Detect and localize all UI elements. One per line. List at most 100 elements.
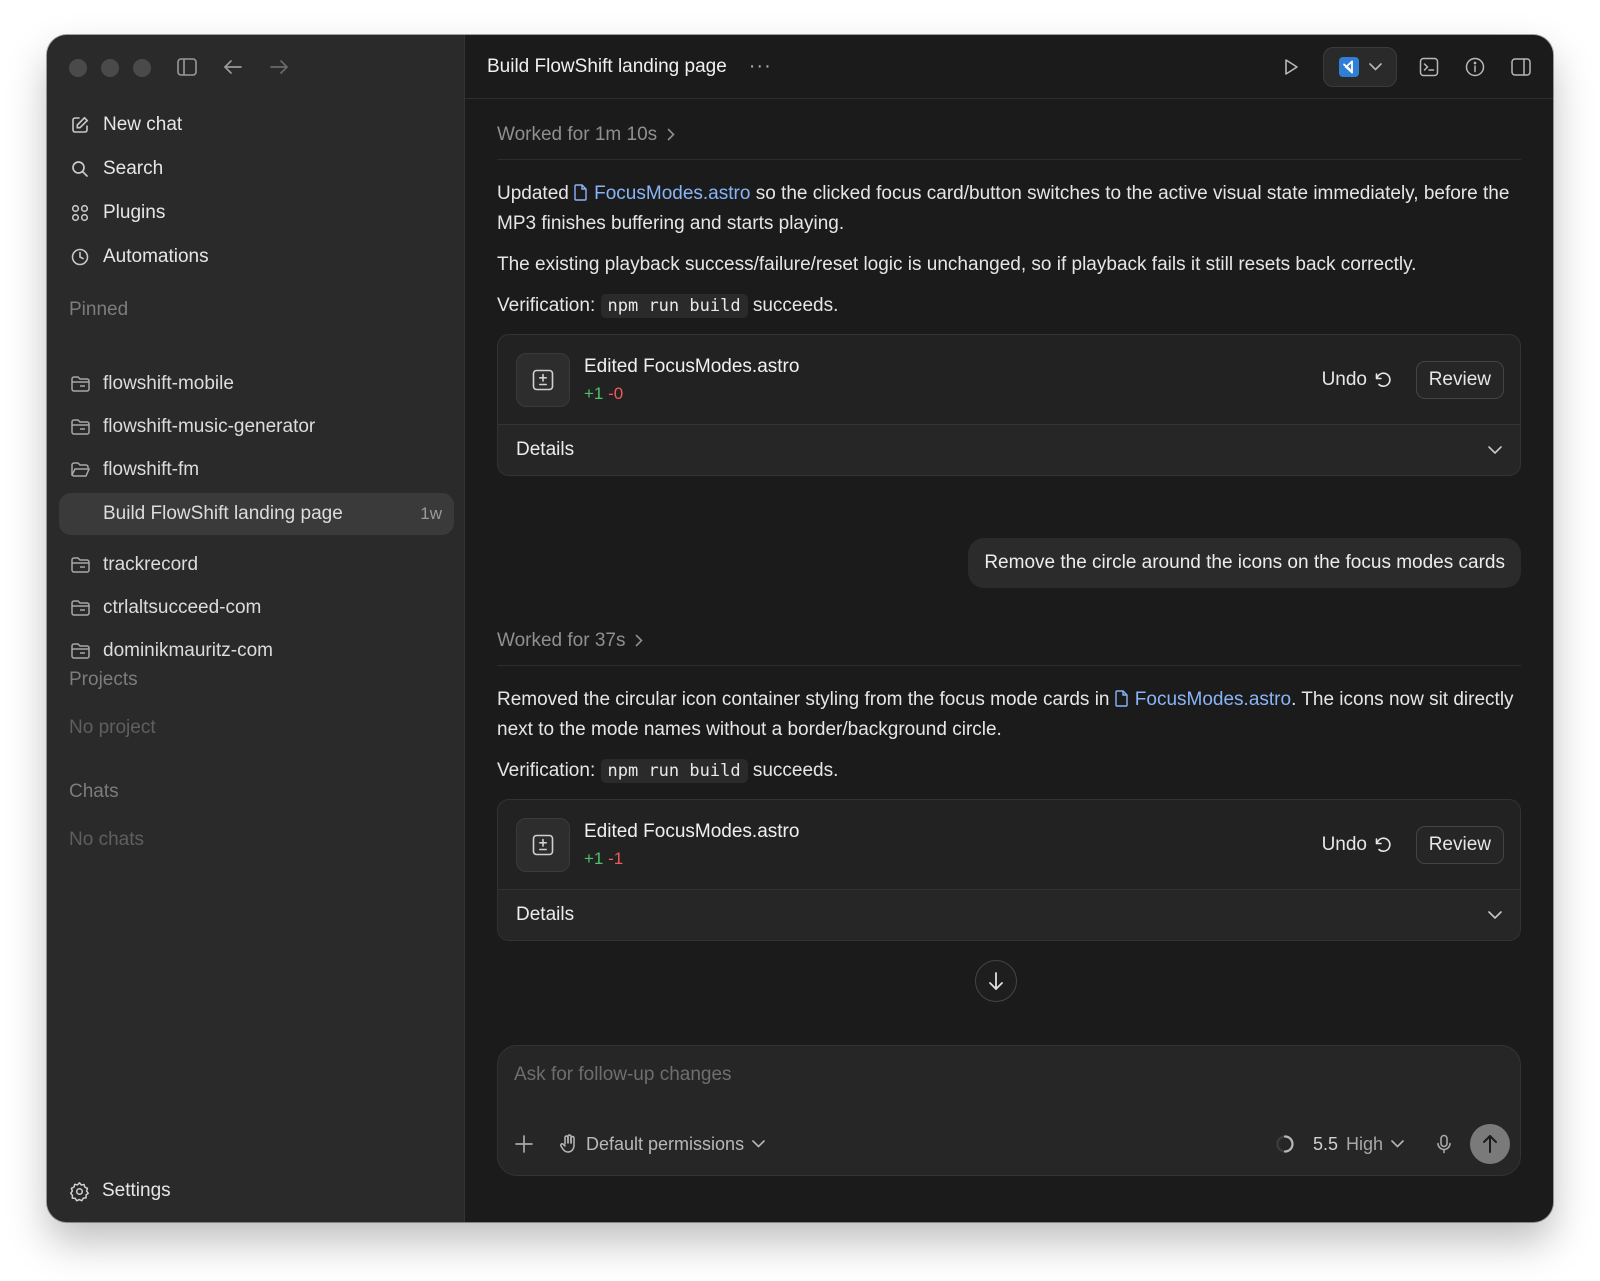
toggle-right-panel-icon[interactable] [1507, 53, 1535, 81]
arrow-down-icon [989, 972, 1003, 990]
lines-added: +1 [584, 848, 604, 868]
text-segment: Removed the circular icon container styl… [497, 689, 1115, 710]
run-play-icon[interactable] [1277, 53, 1305, 81]
details-toggle[interactable]: Details [498, 424, 1520, 475]
forward-arrow-icon[interactable] [267, 55, 291, 79]
file-diff-icon [516, 352, 570, 407]
file-icon [574, 184, 587, 201]
diff-stats: +1 -1 [584, 849, 799, 869]
undo-button[interactable]: Undo [1322, 834, 1392, 856]
search-label: Search [103, 158, 164, 179]
follow-up-input[interactable]: Ask for follow-up changes [514, 1064, 732, 1086]
plugins-button[interactable]: Plugins [69, 191, 454, 235]
chevron-down-icon [1368, 63, 1382, 71]
chevron-right-icon [667, 128, 675, 141]
pinned-item-ctrlaltsucceed-com[interactable]: ctrlaltsucceed-com [59, 586, 454, 629]
scroll-to-bottom-button[interactable] [975, 960, 1017, 1002]
automations-button[interactable]: Automations [69, 235, 454, 279]
review-button[interactable]: Review [1415, 360, 1504, 399]
chat-age: 1w [420, 504, 442, 523]
user-message-row: Remove the circle around the icons on th… [497, 476, 1521, 616]
lines-removed: -0 [608, 383, 624, 403]
more-options-button[interactable]: ··· [749, 55, 772, 78]
pinned-item-label: ctrlaltsucceed-com [103, 596, 262, 618]
back-arrow-icon[interactable] [221, 55, 245, 79]
reasoning-level: High [1345, 1133, 1383, 1154]
permissions-label: Default permissions [586, 1133, 745, 1154]
loading-spinner-icon [1275, 1134, 1295, 1154]
worked-duration-label: Worked for 37s [497, 629, 626, 651]
pinned-item-flowshift-fm[interactable]: flowshift-fm [59, 448, 454, 491]
no-project-text: No project [69, 717, 156, 738]
text-segment: Verification: [497, 760, 601, 781]
worked-duration-toggle[interactable]: Worked for 37s [497, 616, 1521, 666]
pinned-item-build-flowshift-landing-page[interactable]: Build FlowShift landing page 1w [59, 493, 454, 535]
assistant-message-paragraph: The existing playback success/failure/re… [497, 254, 1417, 275]
file-link[interactable]: FocusModes.astro [574, 183, 750, 204]
folder-icon [69, 373, 91, 395]
sidebar-toggle-icon[interactable] [175, 55, 199, 79]
clock-icon [69, 246, 91, 268]
composer: Ask for follow-up changes Default permis… [497, 1045, 1521, 1176]
pinned-item-flowshift-mobile[interactable]: flowshift-mobile [59, 362, 454, 405]
sidebar-toolbar [175, 55, 291, 79]
lines-added: +1 [584, 383, 604, 403]
pinned-item-label: trackrecord [103, 553, 199, 575]
undo-button[interactable]: Undo [1322, 369, 1392, 391]
settings-button[interactable]: Settings [69, 1180, 171, 1202]
verification-line: Verification: npm run build succeeds. [497, 291, 1521, 321]
pinned-list: flowshift-mobile flowshift-music-generat… [59, 362, 454, 672]
automations-label: Automations [103, 246, 209, 267]
pinned-item-flowshift-music-generator[interactable]: flowshift-music-generator [59, 405, 454, 448]
open-in-editor-button[interactable] [1323, 47, 1397, 87]
send-button[interactable] [1470, 1124, 1510, 1164]
pinned-item-label: flowshift-music-generator [103, 415, 316, 437]
search-button[interactable]: Search [69, 147, 454, 191]
chevron-right-icon [635, 634, 644, 647]
inline-code: npm run build [600, 759, 748, 783]
chevron-down-icon [1488, 446, 1502, 454]
pinned-item-label: flowshift-fm [103, 458, 200, 480]
chevron-down-icon [1488, 911, 1502, 919]
window-controls [69, 59, 151, 77]
folder-icon [69, 554, 91, 576]
compose-icon [69, 114, 91, 136]
new-chat-button[interactable]: New chat [69, 103, 454, 147]
undo-icon [1375, 371, 1392, 388]
minimize-window-button[interactable] [101, 59, 119, 77]
folder-icon [69, 597, 91, 619]
microphone-icon[interactable] [1436, 1134, 1452, 1154]
close-window-button[interactable] [69, 59, 87, 77]
text-segment: Updated [497, 183, 575, 204]
open-folder-icon [69, 459, 91, 481]
permissions-dropdown[interactable]: Default permissions [560, 1134, 765, 1155]
details-toggle[interactable]: Details [498, 889, 1520, 940]
text-segment: succeeds. [747, 295, 839, 316]
zoom-window-button[interactable] [133, 59, 151, 77]
app-window: New chat Search Plugins Automations Pinn… [47, 35, 1553, 1222]
terminal-icon[interactable] [1415, 53, 1443, 81]
info-icon[interactable] [1461, 53, 1489, 81]
plus-icon[interactable] [514, 1134, 534, 1154]
model-selector[interactable]: 5.5 High [1313, 1134, 1404, 1155]
undo-label: Undo [1321, 833, 1367, 855]
pinned-item-trackrecord[interactable]: trackrecord [59, 543, 454, 586]
file-link-label: FocusModes.astro [594, 183, 751, 204]
undo-icon [1375, 836, 1392, 853]
folder-icon [69, 416, 91, 438]
plugins-icon [69, 202, 91, 224]
assistant-message-paragraph: Updated FocusModes.astro so the clicked … [497, 179, 1521, 239]
details-label: Details [516, 904, 575, 925]
search-icon [69, 158, 91, 180]
hand-icon [560, 1134, 578, 1154]
worked-duration-toggle[interactable]: Worked for 1m 10s [497, 110, 1521, 160]
pinned-item-dominikmauritz-com[interactable]: dominikmauritz-com [59, 629, 454, 672]
edit-card-title: Edited FocusModes.astro [584, 820, 800, 842]
review-button[interactable]: Review [1415, 825, 1504, 864]
text-segment: Verification: [497, 295, 601, 316]
model-version: 5.5 [1312, 1133, 1338, 1154]
thread: Worked for 1m 10s Updated FocusModes.ast… [497, 99, 1521, 941]
file-link-label: FocusModes.astro [1134, 689, 1292, 710]
gear-icon [69, 1181, 90, 1202]
file-link[interactable]: FocusModes.astro [1115, 689, 1291, 710]
